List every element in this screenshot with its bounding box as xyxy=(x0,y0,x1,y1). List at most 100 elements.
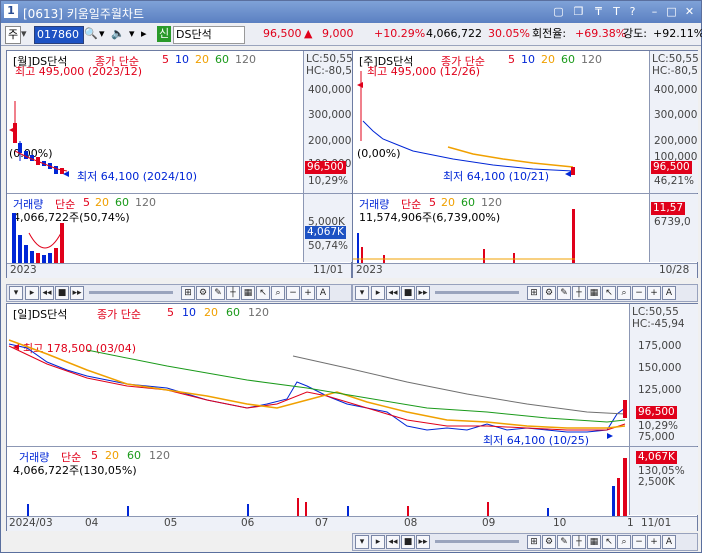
indicator-icon[interactable]: ⊞ xyxy=(527,535,541,549)
zoom-in-icon[interactable]: + xyxy=(301,286,315,300)
monthly-chart-panel[interactable]: [월]DS단석 종가 단순 5 10 20 60 120 최고 495,000 … xyxy=(6,50,353,278)
draw-icon[interactable]: ✎ xyxy=(557,286,571,300)
daily-date-6: 08 xyxy=(404,517,418,529)
pointer-icon[interactable]: ↖ xyxy=(602,535,616,549)
monthly-vol-pct: 50,74% xyxy=(308,240,349,252)
minimize-icon[interactable]: – xyxy=(647,4,662,19)
weekly-hc: HC:-80,5 xyxy=(652,65,698,77)
settings-icon[interactable]: ⚙ xyxy=(196,286,210,300)
weekly-vol-bar-5 xyxy=(513,253,515,263)
stop-icon[interactable]: ■ xyxy=(55,286,69,300)
zoom-icon[interactable]: ⌕ xyxy=(271,286,285,300)
maximize-icon[interactable]: □ xyxy=(664,4,679,19)
dropdown-icon[interactable]: ▾ xyxy=(21,26,27,42)
settings-icon[interactable]: ⚙ xyxy=(542,535,556,549)
stop-icon[interactable]: ■ xyxy=(401,286,415,300)
restore-icon[interactable]: ▢ xyxy=(551,4,566,19)
daily-scroll-slider[interactable] xyxy=(435,540,519,543)
weekly-volume-axis: 11,57 6739,0 xyxy=(649,194,698,262)
daily-price-axis: LC:50,55 HC:-45,94 175,000 150,000 125,0… xyxy=(629,304,698,446)
monthly-scroll-slider[interactable] xyxy=(89,291,173,294)
daily-low-arrow xyxy=(607,433,613,439)
scroll-start-icon[interactable]: ▸ xyxy=(371,535,385,549)
indicator-icon[interactable]: ⊞ xyxy=(181,286,195,300)
zoom-out-icon[interactable]: − xyxy=(632,286,646,300)
daily-ma60-line xyxy=(86,349,626,423)
help-icon[interactable]: ? xyxy=(625,4,640,19)
monthly-candles xyxy=(9,101,69,177)
zoom-out-icon[interactable]: − xyxy=(286,286,300,300)
daily-volume-bars xyxy=(27,458,627,516)
scroll-start-icon[interactable]: ▸ xyxy=(25,286,39,300)
weekly-high-arrow xyxy=(357,82,363,88)
stock-code-input[interactable]: 017860 xyxy=(34,26,84,44)
change-arrow-icon: ▲ xyxy=(304,27,313,40)
menu-icon[interactable]: ▾ xyxy=(355,535,369,549)
auto-scale-icon[interactable]: A xyxy=(316,286,330,300)
pointer-icon[interactable]: ↖ xyxy=(602,286,616,300)
weekly-volume-bars xyxy=(353,209,575,263)
market-select[interactable]: 주 xyxy=(5,26,22,44)
zoom-icon[interactable]: ⌕ xyxy=(617,286,631,300)
weekly-chart-panel[interactable]: [주]DS단석 종가 단순 5 10 20 60 120 최고 495,000 … xyxy=(352,50,699,278)
zoom-icon[interactable]: ⌕ xyxy=(617,535,631,549)
rewind-icon[interactable]: ◂◂ xyxy=(386,286,400,300)
indicator-icon[interactable]: ⊞ xyxy=(527,286,541,300)
stop-icon[interactable]: ■ xyxy=(401,535,415,549)
zoom-in-icon[interactable]: + xyxy=(647,286,661,300)
forward-icon[interactable]: ▸▸ xyxy=(70,286,84,300)
pin-icon[interactable]: ₸ xyxy=(591,4,606,19)
daily-vol-box: 4,067K xyxy=(636,451,677,464)
crosshair-icon[interactable]: ┼ xyxy=(572,286,586,300)
zoom-out-icon[interactable]: − xyxy=(632,535,646,549)
zoom-in-icon[interactable]: + xyxy=(647,535,661,549)
monthly-tick-1: 400,000 xyxy=(308,84,352,96)
monthly-candle-3 xyxy=(24,151,28,159)
monthly-candle-9 xyxy=(60,168,64,174)
draw-icon[interactable]: ✎ xyxy=(557,535,571,549)
daily-chart-panel[interactable]: [일]DS단석 종가 단순 5 10 20 60 120 최고 178,500 … xyxy=(6,303,698,531)
crosshair-icon[interactable]: ┼ xyxy=(572,535,586,549)
market-badge: 신 xyxy=(157,26,172,42)
arrow-down-icon[interactable]: ▾ xyxy=(129,26,135,42)
search-icon[interactable]: 🔍 xyxy=(84,26,98,42)
grid-icon[interactable]: ▦ xyxy=(587,535,601,549)
settings-icon[interactable]: ⚙ xyxy=(542,286,556,300)
monthly-candle-8 xyxy=(54,166,58,174)
weekly-scroll-slider[interactable] xyxy=(435,291,519,294)
menu-icon[interactable]: ▾ xyxy=(9,286,23,300)
draw-icon[interactable]: ✎ xyxy=(211,286,225,300)
auto-scale-icon[interactable]: A xyxy=(662,535,676,549)
text-icon[interactable]: T xyxy=(609,4,624,19)
pointer-icon[interactable]: ↖ xyxy=(256,286,270,300)
daily-price-line xyxy=(8,343,626,433)
monthly-date-left: 2023 xyxy=(10,264,37,276)
daily-candles xyxy=(8,339,627,439)
grid-icon[interactable]: ▦ xyxy=(587,286,601,300)
weekly-tick-2: 300,000 xyxy=(654,109,698,121)
auto-scale-icon[interactable]: A xyxy=(662,286,676,300)
menu-icon[interactable]: ▾ xyxy=(355,286,369,300)
daily-tick-4: 75,000 xyxy=(638,431,675,443)
daily-date-1: 2024/03 xyxy=(9,517,53,529)
scroll-start-icon[interactable]: ▸ xyxy=(371,286,385,300)
monthly-tick-2: 300,000 xyxy=(308,109,352,121)
weekly-date-left: 2023 xyxy=(356,264,383,276)
rewind-icon[interactable]: ◂◂ xyxy=(40,286,54,300)
weekly-lc: LC:50,55 xyxy=(652,53,699,65)
crosshair-icon[interactable]: ┼ xyxy=(226,286,240,300)
daily-vol-bar-8 xyxy=(487,502,489,516)
next-icon[interactable]: ▸ xyxy=(141,26,147,42)
forward-icon[interactable]: ▸▸ xyxy=(416,286,430,300)
forward-icon[interactable]: ▸▸ xyxy=(416,535,430,549)
rewind-icon[interactable]: ◂◂ xyxy=(386,535,400,549)
grid-icon[interactable]: ▦ xyxy=(241,286,255,300)
sound-icon[interactable]: 🔈 xyxy=(111,26,125,42)
prev-icon[interactable]: ▾ xyxy=(99,26,105,42)
weekly-vol-box: 11,57 xyxy=(651,202,686,215)
weekly-vol-bar-4 xyxy=(483,249,485,263)
turnover-value: +69.38% xyxy=(575,27,627,40)
close-icon[interactable]: ✕ xyxy=(682,4,697,19)
daily-vol-bar-3 xyxy=(247,504,249,516)
copy-icon[interactable]: ❐ xyxy=(571,4,586,19)
